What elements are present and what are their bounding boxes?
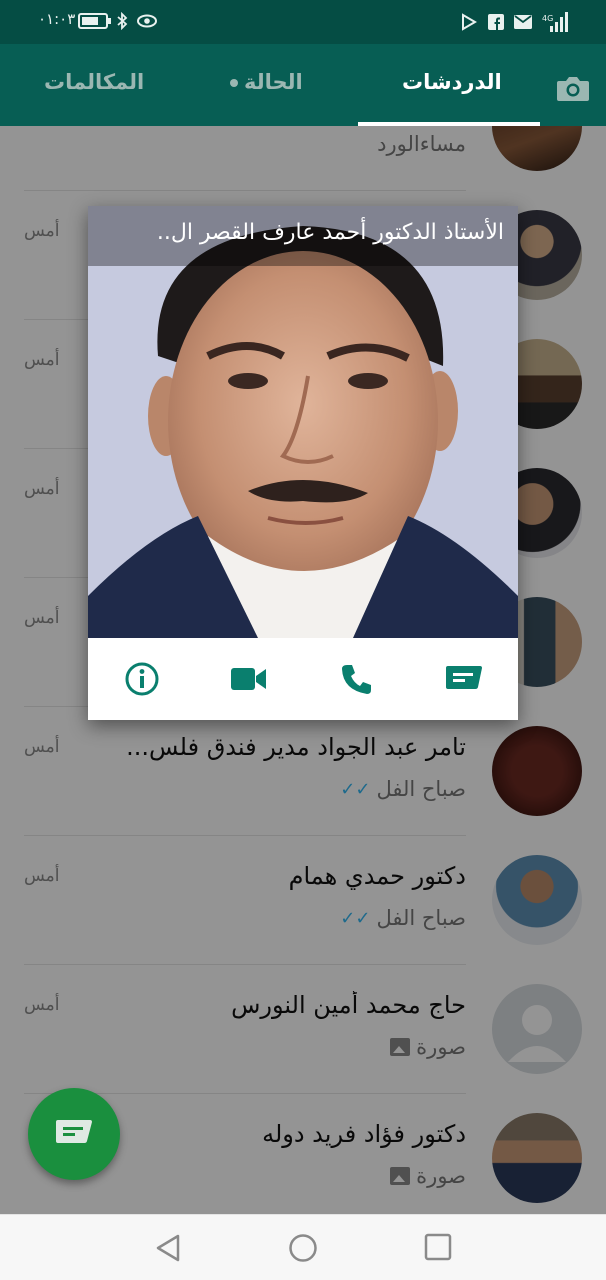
status-update-dot-icon: [230, 79, 238, 87]
signal-icon: 4G: [542, 12, 568, 32]
tab-status-label: الحالة: [244, 70, 303, 94]
mail-icon: [514, 15, 532, 29]
app-header: الدردشات الحالة المكالمات: [0, 44, 606, 126]
status-time: ٠١:٠٣: [38, 10, 76, 28]
recents-icon[interactable]: [424, 1233, 452, 1261]
status-right-icons: 4G: [460, 12, 568, 32]
video-call-button[interactable]: [229, 659, 269, 699]
tab-chats[interactable]: الدردشات: [402, 70, 502, 94]
profile-popup: الأستاذ الدكتور أحمد عارف القصر ال..: [88, 206, 518, 720]
call-icon: [341, 665, 371, 694]
system-nav-bar: [0, 1214, 606, 1280]
back-icon[interactable]: [154, 1233, 182, 1263]
portrait-image: [88, 206, 518, 638]
bluetooth-icon: [117, 12, 128, 30]
home-icon[interactable]: [288, 1233, 318, 1263]
new-chat-button[interactable]: [28, 1088, 120, 1180]
status-bar: ٠١:٠٣ 4G: [0, 0, 606, 44]
status-left-icons: [78, 12, 158, 30]
profile-photo[interactable]: الأستاذ الدكتور أحمد عارف القصر ال..: [88, 206, 518, 638]
eye-icon: [137, 14, 157, 28]
info-button[interactable]: [122, 659, 162, 699]
voice-call-button[interactable]: [337, 659, 377, 699]
battery-icon: [78, 13, 111, 29]
popup-actions: [88, 638, 518, 720]
message-icon: [446, 666, 483, 689]
tab-calls[interactable]: المكالمات: [44, 70, 144, 94]
video-call-icon: [231, 668, 267, 690]
message-icon: [56, 1120, 92, 1143]
network-type-label: 4G: [542, 14, 553, 23]
contact-name: الأستاذ الدكتور أحمد عارف القصر ال..: [88, 206, 518, 266]
camera-icon[interactable]: [556, 74, 590, 102]
info-icon: [125, 662, 159, 696]
play-store-icon: [462, 13, 477, 31]
tab-status[interactable]: الحالة: [230, 70, 303, 94]
message-button[interactable]: [444, 659, 484, 699]
facebook-icon: [488, 14, 504, 30]
